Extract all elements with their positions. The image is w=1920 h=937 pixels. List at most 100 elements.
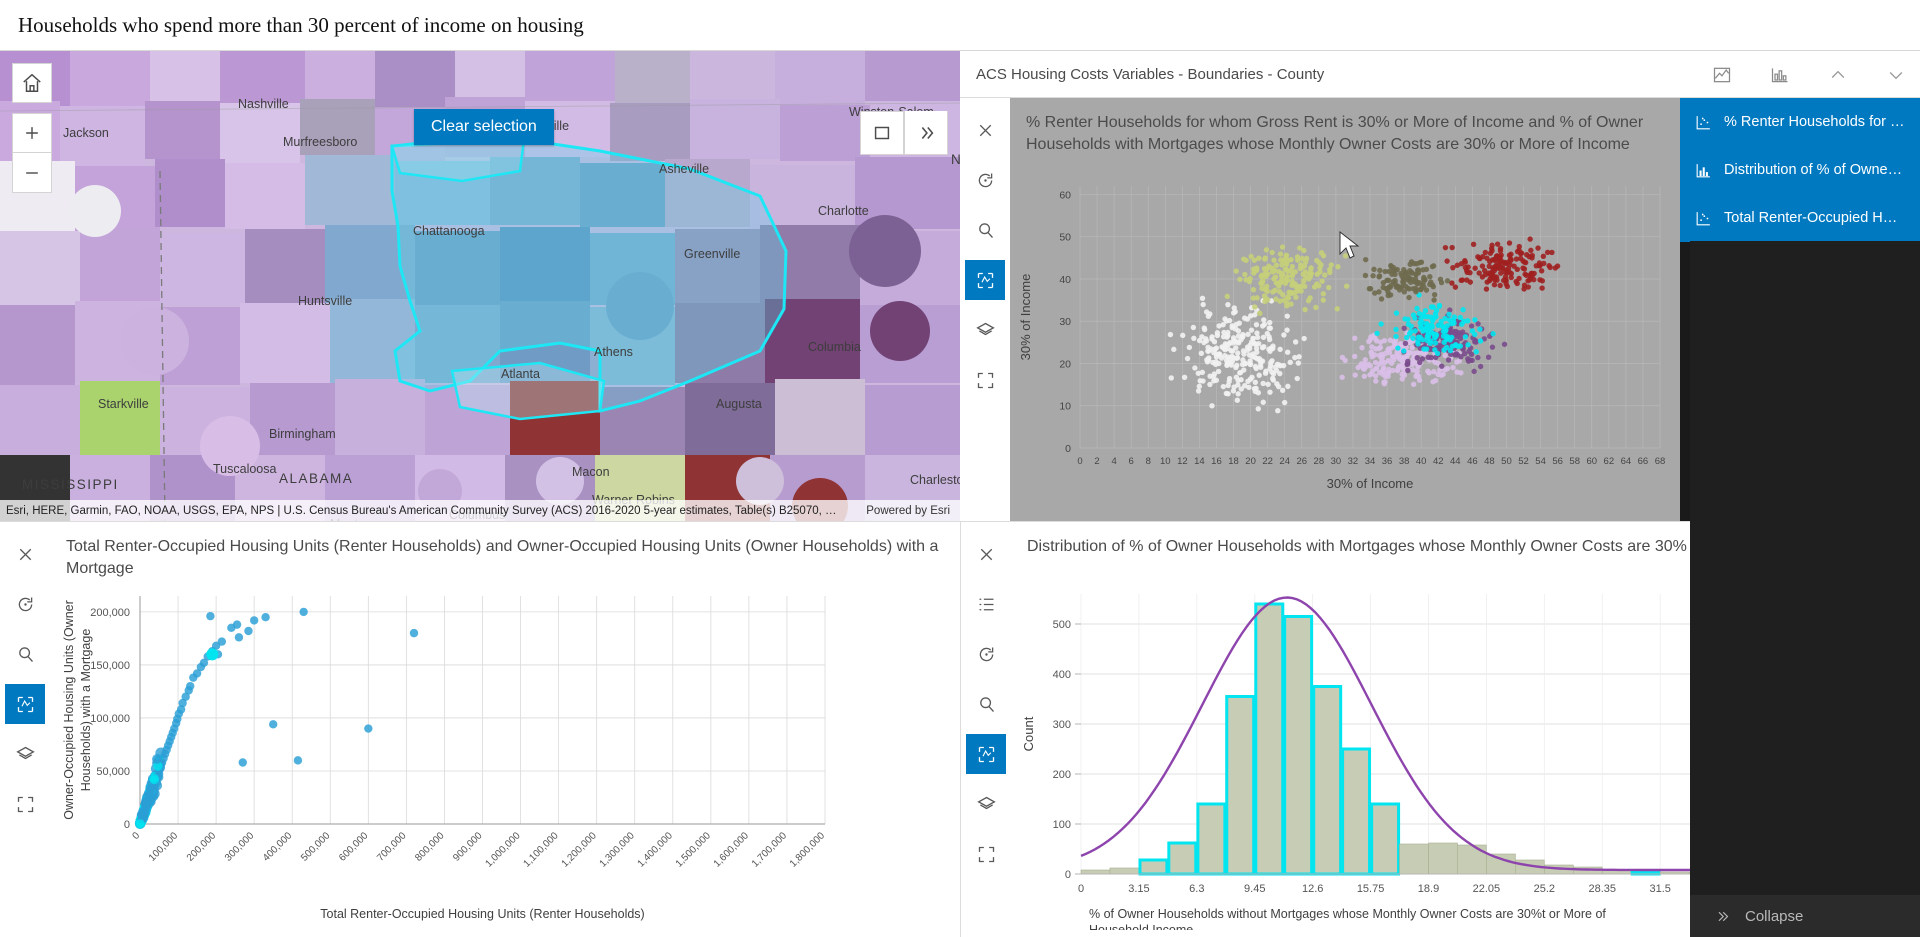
x-tick-label: 800,000 [413,830,447,864]
scatter-icon [1694,113,1713,132]
map-zoom-in-button[interactable] [12,113,52,153]
chart-view-icon[interactable] [1770,65,1790,85]
x-tick-label: 3.15 [1128,883,1149,895]
x-tick-label: 400,000 [261,830,295,864]
x-tick-label: 16 [1211,456,1222,467]
x-tick-label: 300,000 [223,830,257,864]
clear-selection-button[interactable]: Clear selection [414,109,554,145]
y-tick-label: 50,000 [96,766,130,778]
x-tick-label: 22.05 [1473,883,1501,895]
x-tick-label: 0 [130,830,142,842]
distribution-curve [1080,596,1776,872]
x-tick-label: 4 [1111,456,1116,467]
x-tick-label: 52 [1518,456,1529,467]
close-icon[interactable] [5,534,45,574]
y-tick-label: 100 [1053,819,1071,831]
y-tick-label: 150,000 [90,660,130,672]
scatter-plot-canvas[interactable]: 0 2 4 6 8 10 12 14 16 18 20 22 24 26 28 30 32 34 36 38 40 42 4… [1010,176,1680,506]
x-tick-label: 15.75 [1357,883,1385,895]
map-powered-by: Powered by Esri [866,504,950,517]
x-tick-label: 56 [1552,456,1563,467]
svg-text:Household Income: Household Income [1089,923,1193,930]
map-attribution: Esri, HERE, Garmin, FAO, NOAA, USGS, EPA… [0,500,960,521]
map-panel[interactable]: NashvilleKnoxvilleMurfreesboroWinston-Sa… [0,51,960,521]
y-tick-label: 400 [1053,669,1071,681]
collapse-button[interactable]: Collapse [1690,895,1920,937]
chart-list-item-label: Distribution of % of Owne… [1724,162,1903,178]
map-top-right-tools[interactable] [860,111,948,155]
x-axis-label: Total Renter-Occupied Housing Units (Ren… [320,907,644,921]
x-tick-label: 10 [1160,456,1171,467]
chart-toolbar-bottom-left[interactable] [0,522,50,937]
x-axis-label: 30% of Income [1327,476,1414,491]
layers-icon[interactable] [965,310,1005,350]
layers-icon[interactable] [5,734,45,774]
panel-header-actions[interactable] [1712,51,1906,98]
selection-icon[interactable] [5,684,45,724]
fullscreen-icon[interactable] [5,784,45,824]
layers-icon[interactable] [966,784,1006,824]
chart-list-item-2[interactable]: Total Renter-Occupied H… [1680,194,1920,242]
x-tick-label: 1,800,000 [788,830,828,870]
refresh-icon[interactable] [965,160,1005,200]
chart-title: Total Renter-Occupied Housing Units (Ren… [66,538,939,577]
y-tick-label: 20 [1059,358,1071,370]
refresh-icon[interactable] [966,634,1006,674]
map-attribution-text: Esri, HERE, Garmin, FAO, NOAA, USGS, EPA… [6,504,837,517]
mouse-cursor [1339,230,1360,259]
y-tick-label: 300 [1053,719,1071,731]
chevron-double-right-icon [1718,911,1729,921]
fullscreen-icon[interactable] [965,360,1005,400]
y-tick-label: 200 [1053,769,1071,781]
refresh-icon[interactable] [5,584,45,624]
y-tick-label: 0 [124,819,130,831]
search-icon[interactable] [965,210,1005,250]
map-zoom-out-button[interactable] [12,153,52,193]
y-tick-label: 10 [1059,401,1071,413]
close-icon[interactable] [965,110,1005,150]
fullscreen-icon[interactable] [966,834,1006,874]
chart-toolbar-top-right[interactable] [960,98,1010,521]
scatter-plot-canvas[interactable]: 0 100,000 200,000 300,000 400,000 500,000 600,… [50,584,960,934]
x-tick-label: 2 [1094,456,1099,467]
map-view-icon[interactable] [1712,65,1732,85]
x-tick-label: 6.3 [1189,883,1204,895]
x-tick-label: 38 [1399,456,1410,467]
chevron-up-icon[interactable] [1828,65,1848,85]
selection-icon[interactable] [965,260,1005,300]
list-icon[interactable] [966,584,1006,624]
scatter-chart-pct-income[interactable]: % Renter Households for whom Gross Rent … [1010,98,1680,521]
chart-list-item-label: Total Renter-Occupied H… [1724,210,1898,226]
x-tick-label: 1,300,000 [598,830,638,870]
map-rectangle-select-button[interactable] [860,111,904,155]
x-tick-label: 12 [1177,456,1188,467]
x-tick-label: 44 [1450,456,1461,467]
y-tick-label: 40 [1059,274,1071,286]
scatter-chart-housing-units[interactable]: Total Renter-Occupied Housing Units (Ren… [50,522,960,937]
selection-icon[interactable] [966,734,1006,774]
chart-toolbar-bottom-right[interactable] [961,522,1011,937]
x-tick-label: 6 [1129,456,1134,467]
chevron-down-icon[interactable] [1886,65,1906,85]
map-navigation[interactable] [12,63,52,193]
x-tick-label: 100,000 [147,830,181,864]
chart-list-item-1[interactable]: Distribution of % of Owne… [1680,146,1920,194]
x-tick-label: 42 [1433,456,1444,467]
x-tick-label: 700,000 [375,830,409,864]
x-tick-label: 28 [1314,456,1325,467]
x-tick-label: 31.5 [1649,883,1670,895]
x-tick-label: 1,200,000 [560,830,600,870]
chart-list-item-label: % Renter Households for … [1724,114,1905,130]
map-expand-tools-button[interactable] [904,111,948,155]
x-tick-label: 28.35 [1588,883,1616,895]
close-icon[interactable] [966,534,1006,574]
x-tick-label: 24 [1279,456,1290,467]
search-icon[interactable] [5,634,45,674]
search-icon[interactable] [966,684,1006,724]
chart-list[interactable]: % Renter Households for … Distribution of… [1680,98,1920,242]
y-tick-label: 0 [1065,869,1071,881]
x-tick-label: 22 [1262,456,1273,467]
map-home-button[interactable] [12,63,52,103]
x-tick-label: 66 [1638,456,1649,467]
chart-list-item-0[interactable]: % Renter Households for … [1680,98,1920,146]
